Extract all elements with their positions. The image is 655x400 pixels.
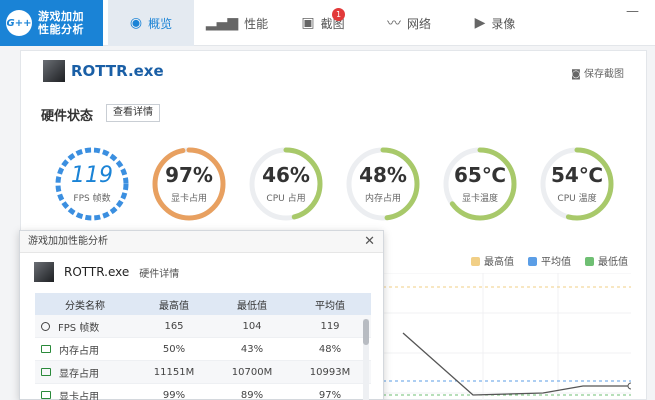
fps-series-line — [402, 332, 631, 396]
legend-item-min: 最低值 — [585, 253, 628, 268]
table-row: 内存占用 50% 43% 48% — [35, 338, 371, 361]
gauge-label: 显卡占用 — [170, 194, 207, 204]
hardware-status-title: 硬件状态 — [41, 109, 94, 124]
gauge-value: 48% — [359, 163, 407, 187]
logo-badge: G++ — [6, 10, 32, 36]
gauge-gpu-usage: 97% 显卡占用 — [150, 145, 228, 223]
logo-line2: 性能分析 — [38, 23, 84, 36]
popup-app-subtitle: 硬件详情 — [139, 268, 180, 280]
gauge-value: 54℃ — [550, 163, 604, 187]
data-point — [627, 382, 631, 390]
gauge-value: 46% — [262, 163, 310, 187]
performance-popup: 游戏加加性能分析 ✕ ROTTR.exe 硬件详情 分类名称 最高值 最低值 平… — [19, 230, 384, 400]
close-icon[interactable]: ✕ — [364, 231, 375, 253]
video-icon: ▶ — [474, 15, 486, 31]
tab-label: 性能 — [244, 16, 269, 31]
gauge-value: 119 — [71, 163, 113, 188]
logo-line1: 游戏加加 — [38, 10, 84, 23]
gauge-value: 97% — [165, 163, 213, 187]
col-header: 平均值 — [315, 300, 345, 312]
game-icon — [34, 262, 54, 282]
chart-legend: 最高值 平均值 最低值 — [457, 253, 628, 268]
gauge-cpu-temp: 54℃ CPU 温度 — [538, 145, 616, 223]
tab-screenshot[interactable]: ▣ 截图 1 — [280, 0, 366, 46]
vram-icon — [41, 368, 51, 376]
table-row: FPS 帧数 165 104 119 — [35, 315, 371, 338]
legend-item-max: 最高值 — [471, 253, 514, 268]
gauge-label: 内存占用 — [364, 194, 401, 204]
game-icon — [43, 60, 65, 82]
minimize-button[interactable]: — — [626, 4, 639, 19]
popup-app-name: ROTTR.exe — [64, 265, 130, 279]
scrollbar-thumb[interactable] — [363, 319, 369, 345]
notification-badge: 1 — [332, 8, 345, 21]
gauge-label: CPU 占用 — [266, 194, 306, 204]
tab-label: 网络 — [406, 16, 431, 31]
save-screenshot-button[interactable]: ◙ 保存截图 — [571, 65, 624, 80]
memory-icon — [41, 345, 51, 353]
legend-item-avg: 平均值 — [528, 253, 571, 268]
table-header: 分类名称 最高值 最低值 平均值 — [35, 293, 371, 315]
view-details-button[interactable]: 查看详情 — [106, 104, 160, 122]
table-row: 显存占用 11151M 10700M 10993M — [35, 361, 371, 384]
main-nav: ◉ 概览 ▂▄▆ 性能 ▣ 截图 1 〰 网络 ▶ 录像 — [108, 0, 538, 46]
tab-label: 录像 — [491, 16, 516, 31]
dial-icon — [41, 321, 50, 331]
gauge-cpu-usage: 46% CPU 占用 — [247, 145, 325, 223]
hardware-detail-table: 分类名称 最高值 最低值 平均值 FPS 帧数 165 104 119 内存占用… — [35, 293, 371, 400]
bar-chart-icon: ▂▄▆ — [205, 15, 239, 31]
table-row: 显卡占用 99% 89% 97% — [35, 384, 371, 400]
fps-line-chart — [383, 273, 631, 400]
camera-icon: ◙ — [571, 69, 581, 80]
tab-recording[interactable]: ▶ 录像 — [452, 0, 538, 46]
table-scrollbar[interactable] — [363, 319, 369, 400]
gauge-label: FPS 帧数 — [73, 194, 111, 204]
image-icon: ▣ — [301, 15, 315, 31]
app-name: ROTTR.exe — [71, 62, 164, 80]
gpu-icon — [41, 391, 51, 399]
top-bar: G++ 游戏加加 性能分析 ◉ 概览 ▂▄▆ 性能 ▣ 截图 1 〰 网络 ▶ … — [0, 0, 655, 46]
gauge-fps: 119 FPS 帧数 — [53, 145, 131, 223]
app-logo: G++ 游戏加加 性能分析 — [0, 0, 103, 46]
col-header: 最低值 — [237, 300, 267, 312]
eye-icon: ◉ — [129, 15, 143, 31]
gauge-label: 显卡温度 — [461, 194, 498, 204]
pulse-icon: 〰 — [386, 16, 401, 32]
tab-network[interactable]: 〰 网络 — [366, 0, 452, 46]
tab-label: 概览 — [148, 16, 173, 31]
tab-overview[interactable]: ◉ 概览 — [108, 0, 194, 46]
col-header: 分类名称 — [65, 300, 105, 312]
save-screenshot-label: 保存截图 — [584, 69, 624, 80]
gauge-value: 65℃ — [453, 163, 507, 187]
popup-title: 游戏加加性能分析 — [28, 236, 108, 247]
col-header: 最高值 — [159, 300, 189, 312]
gauge-memory-usage: 48% 内存占用 — [344, 145, 422, 223]
gauge-label: CPU 温度 — [557, 194, 597, 204]
tab-performance[interactable]: ▂▄▆ 性能 — [194, 0, 280, 46]
gauge-gpu-temp: 65℃ 显卡温度 — [441, 145, 519, 223]
